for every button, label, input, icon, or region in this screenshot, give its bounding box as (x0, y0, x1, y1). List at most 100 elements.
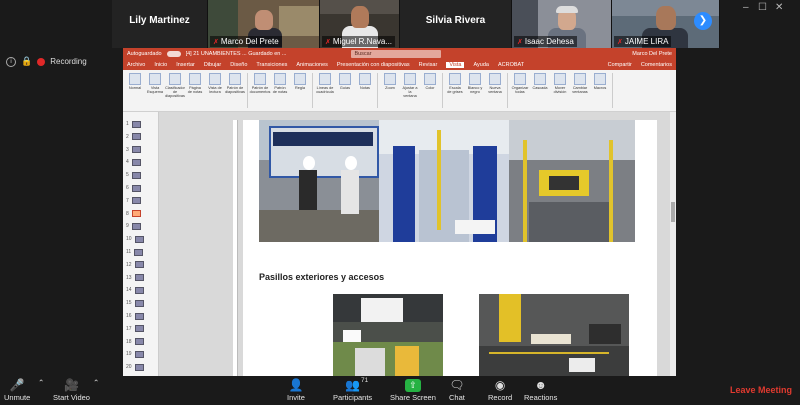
tab-insertar[interactable]: Insertar (176, 62, 195, 68)
slide-thumbnail[interactable]: 17 (126, 323, 156, 335)
slide-thumbnail-image (131, 171, 141, 179)
audio-options-chevron-icon[interactable]: ⌃ (38, 378, 44, 387)
search-input[interactable]: Buscar (351, 50, 442, 58)
slide-thumbnail[interactable]: 9 (126, 220, 156, 232)
participant-tile[interactable]: ✗ Miguel R.Nava... (320, 0, 400, 48)
chat-button[interactable]: 🗨 Chat (449, 378, 465, 402)
participant-tile[interactable]: ✗ Marco Del Prete (208, 0, 320, 48)
ribbon-button[interactable]: Ajustar a la ventana (402, 73, 418, 108)
slide-thumbnail[interactable]: 1 (126, 118, 156, 130)
share-screen-button[interactable]: ⇧ Share Screen (390, 378, 436, 402)
participants-button[interactable]: 👥 71 Participants (333, 377, 372, 402)
slide-thumbnail[interactable]: 15 (126, 297, 156, 309)
ribbon-button-icon (189, 73, 201, 85)
ribbon-button[interactable]: Organizar todas (512, 73, 528, 108)
ribbon-button[interactable]: Patrón de notas (272, 73, 288, 108)
slide-thumbnail[interactable]: 12 (126, 259, 156, 271)
maximize-icon[interactable]: ☐ (758, 2, 767, 13)
ribbon-button[interactable]: Vista de lectura (207, 73, 223, 108)
ribbon-button[interactable]: Patrón de diapositivas (225, 73, 245, 108)
autosave-toggle[interactable] (166, 51, 181, 57)
slide-thumbnail[interactable]: 18 (126, 336, 156, 348)
tab-revisar[interactable]: Revisar (419, 62, 438, 68)
slide-thumbnail[interactable]: 10 (126, 233, 156, 245)
ribbon-separator (312, 73, 313, 108)
ribbon-button-icon (574, 73, 586, 85)
slide-thumbnail-image (134, 286, 144, 294)
tab-diseno[interactable]: Diseño (230, 62, 247, 68)
ribbon-button[interactable]: Cascada (532, 73, 548, 108)
recording-icon (37, 57, 46, 66)
tab-ayuda[interactable]: Ayuda (473, 62, 489, 68)
ribbon-button[interactable]: Notas (357, 73, 373, 108)
slide-thumbnail[interactable]: 11 (126, 246, 156, 258)
recording-label: Recording (50, 57, 87, 66)
slide-number: 5 (126, 172, 129, 179)
lock-icon[interactable]: 🔒 (21, 56, 32, 67)
muted-mic-icon: 🎤 (9, 378, 25, 392)
slide-number: 12 (126, 261, 132, 268)
tab-dibujar[interactable]: Dibujar (204, 62, 221, 68)
ribbon-button[interactable]: Normal (127, 73, 143, 108)
participants-count: 71 (361, 377, 369, 384)
leave-meeting-button[interactable]: Leave Meeting (730, 385, 792, 395)
ribbon-button[interactable]: Cambiar ventanas (572, 73, 588, 108)
ribbon-button[interactable]: Vista Esquema (147, 73, 163, 108)
tab-inicio[interactable]: Inicio (154, 62, 167, 68)
slide-thumbnail[interactable]: 4 (126, 156, 156, 168)
ribbon-button[interactable]: Regla (292, 73, 308, 108)
participant-tile[interactable]: ✗ Isaac Dehesa (512, 0, 612, 48)
slide-thumbnail[interactable]: 3 (126, 144, 156, 156)
ribbon-button[interactable]: Escala de grises (447, 73, 463, 108)
comments-button[interactable]: Comentarios (641, 62, 672, 68)
slide-number: 6 (126, 185, 129, 191)
tab-animaciones[interactable]: Animaciones (296, 62, 328, 68)
start-video-button[interactable]: 🎥 Start Video (53, 378, 90, 402)
unmute-button[interactable]: 🎤 Unmute (4, 378, 30, 402)
slide-thumbnail[interactable]: 2 (126, 131, 156, 143)
ribbon-button[interactable]: Guías (337, 73, 353, 108)
slide-number: 8 (126, 210, 129, 217)
tab-presentacion[interactable]: Presentación con diapositivas (337, 62, 410, 68)
info-icon[interactable]: i (6, 56, 16, 67)
close-icon[interactable]: ✕ (775, 2, 783, 13)
scrollbar-thumb[interactable] (671, 202, 675, 222)
vertical-scrollbar[interactable] (670, 112, 676, 376)
tab-archivo[interactable]: Archivo (127, 62, 145, 68)
slide-thumbnail[interactable]: 19 (126, 348, 156, 360)
slide-thumbnail[interactable]: 6 (126, 182, 156, 194)
minimize-icon[interactable]: – (743, 2, 749, 13)
record-button[interactable]: ◉ Record (488, 378, 512, 402)
tab-vista[interactable]: Vista (446, 62, 465, 68)
participant-tile[interactable]: Lily Martinez (112, 0, 208, 48)
tab-transiciones[interactable]: Transiciones (256, 62, 287, 68)
ribbon-button[interactable]: Color (422, 73, 438, 108)
ribbon-button[interactable]: Líneas de cuadrícula (316, 73, 334, 108)
ribbon-button[interactable]: Página de notas (187, 73, 203, 108)
ribbon-button[interactable]: Mover división (552, 73, 568, 108)
slide-thumbnail[interactable]: 16 (126, 310, 156, 322)
slide-number: 2 (126, 133, 129, 140)
slide-thumbnail[interactable]: 13 (126, 272, 156, 284)
slide-thumbnail[interactable]: 14 (126, 284, 156, 296)
ribbon-button-label: Organizar todas (511, 86, 529, 95)
slide-thumbnail[interactable]: 20 (126, 361, 156, 373)
invite-button[interactable]: 👤 Invite (287, 378, 305, 402)
ribbon-button[interactable]: Nueva ventana (487, 73, 503, 108)
ribbon-button-label: Guías (339, 86, 351, 90)
tab-acrobat[interactable]: ACROBAT (498, 62, 524, 68)
chevron-right-icon[interactable]: ❯ (694, 12, 712, 30)
participant-nametag: ✗ Miguel R.Nava... (322, 36, 396, 47)
ribbon-button[interactable]: Clasificador de diapositivas (165, 73, 185, 108)
video-options-chevron-icon[interactable]: ⌃ (93, 378, 99, 387)
ribbon-button[interactable]: Macros (592, 73, 608, 108)
share-doc-button[interactable]: Compartir (608, 62, 632, 68)
slide-thumbnail[interactable]: 8 (126, 208, 156, 220)
slide-thumbnail[interactable]: 5 (126, 169, 156, 181)
ribbon-button[interactable]: Blanco y negro (467, 73, 483, 108)
slide-thumbnail[interactable]: 7 (126, 195, 156, 207)
ribbon-button[interactable]: Patrón de documentos (250, 73, 270, 108)
reactions-button[interactable]: ☻ Reactions (524, 378, 557, 402)
participant-tile[interactable]: Silvia Rivera (400, 0, 512, 48)
ribbon-button[interactable]: Zoom (382, 73, 398, 108)
